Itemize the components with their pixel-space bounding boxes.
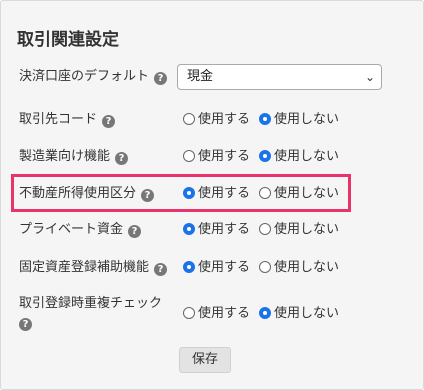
- radio-fixed-assets-nouse[interactable]: 使用しない: [259, 260, 339, 276]
- radio-button[interactable]: [183, 261, 195, 273]
- help-icon[interactable]: ?: [154, 263, 168, 276]
- radio-label: 使用しない: [274, 112, 340, 127]
- default-payment-value: 現金: [187, 69, 214, 84]
- help-icon[interactable]: ?: [115, 152, 129, 165]
- radio-label: 使用する: [198, 306, 251, 321]
- radio-private-funds-nouse[interactable]: 使用しない: [259, 222, 339, 238]
- row-label-fixed-assets: 固定資産登録補助機能?: [19, 260, 168, 276]
- row-label-manufacturing: 製造業向け機能?: [19, 149, 129, 165]
- radio-customer-code-nouse[interactable]: 使用しない: [259, 112, 339, 128]
- radio-manufacturing-use[interactable]: 使用する: [183, 149, 250, 165]
- radio-fixed-assets-use[interactable]: 使用する: [183, 260, 250, 276]
- radio-label: 使用する: [198, 260, 251, 275]
- radio-label: 使用しない: [274, 306, 340, 321]
- radio-button[interactable]: [183, 113, 195, 125]
- help-icon[interactable]: ?: [102, 115, 116, 128]
- radio-label: 使用しない: [274, 149, 340, 164]
- radio-duplicate-check-use[interactable]: 使用する: [183, 306, 250, 322]
- radio-button[interactable]: [259, 150, 271, 162]
- radio-label: 使用しない: [274, 260, 340, 275]
- default-payment-label: 決済口座のデフォルト: [19, 69, 150, 84]
- radio-label: 使用する: [198, 149, 251, 164]
- save-button[interactable]: 保存: [179, 347, 231, 373]
- radio-customer-code-use[interactable]: 使用する: [183, 112, 250, 128]
- radio-manufacturing-nouse[interactable]: 使用しない: [259, 149, 339, 165]
- radio-button[interactable]: [259, 113, 271, 125]
- radio-button[interactable]: [183, 187, 195, 199]
- row-label-customer-code: 取引先コード?: [19, 112, 116, 128]
- radio-label: 使用しない: [274, 222, 340, 237]
- row-label-text: 製造業向け機能: [19, 149, 111, 164]
- chevron-down-icon: ⌄: [364, 70, 375, 84]
- radio-label: 使用する: [198, 186, 251, 201]
- default-payment-label-row: 決済口座のデフォルト?: [19, 69, 168, 85]
- radio-real-estate-use[interactable]: 使用する: [183, 186, 250, 202]
- radio-button[interactable]: [183, 307, 195, 319]
- row-label-real-estate: 不動産所得使用区分?: [19, 186, 155, 202]
- help-icon[interactable]: ?: [19, 318, 32, 331]
- row-label-text: 不動産所得使用区分: [19, 186, 137, 201]
- row-label-text: プライベート資金: [19, 222, 124, 237]
- settings-panel: 取引関連設定 決済口座のデフォルト? 現金 ⌄ 取引先コード? 使用する 使用し…: [0, 0, 424, 390]
- radio-button[interactable]: [259, 187, 271, 199]
- radio-duplicate-check-nouse[interactable]: 使用しない: [259, 306, 339, 322]
- radio-real-estate-nouse[interactable]: 使用しない: [259, 186, 339, 202]
- row-label-duplicate-check: 取引登録時重複チェック ?: [19, 296, 162, 331]
- row-label-private-funds: プライベート資金?: [19, 222, 142, 238]
- radio-button[interactable]: [183, 150, 195, 162]
- radio-label: 使用する: [198, 222, 251, 237]
- row-label-text: 固定資産登録補助機能: [19, 260, 150, 275]
- radio-label: 使用しない: [274, 186, 340, 201]
- help-icon[interactable]: ?: [141, 189, 155, 202]
- default-payment-select[interactable]: 現金 ⌄: [177, 64, 382, 90]
- page-title: 取引関連設定: [17, 30, 119, 50]
- radio-private-funds-use[interactable]: 使用する: [183, 222, 250, 238]
- radio-button[interactable]: [259, 261, 271, 273]
- radio-button[interactable]: [259, 307, 271, 319]
- radio-button[interactable]: [259, 223, 271, 235]
- help-icon[interactable]: ?: [154, 72, 168, 85]
- radio-label: 使用する: [198, 112, 251, 127]
- help-icon[interactable]: ?: [128, 225, 142, 238]
- radio-button[interactable]: [183, 223, 195, 235]
- row-label-text: 取引登録時重複チェック: [19, 296, 163, 311]
- row-label-text: 取引先コード: [19, 112, 98, 127]
